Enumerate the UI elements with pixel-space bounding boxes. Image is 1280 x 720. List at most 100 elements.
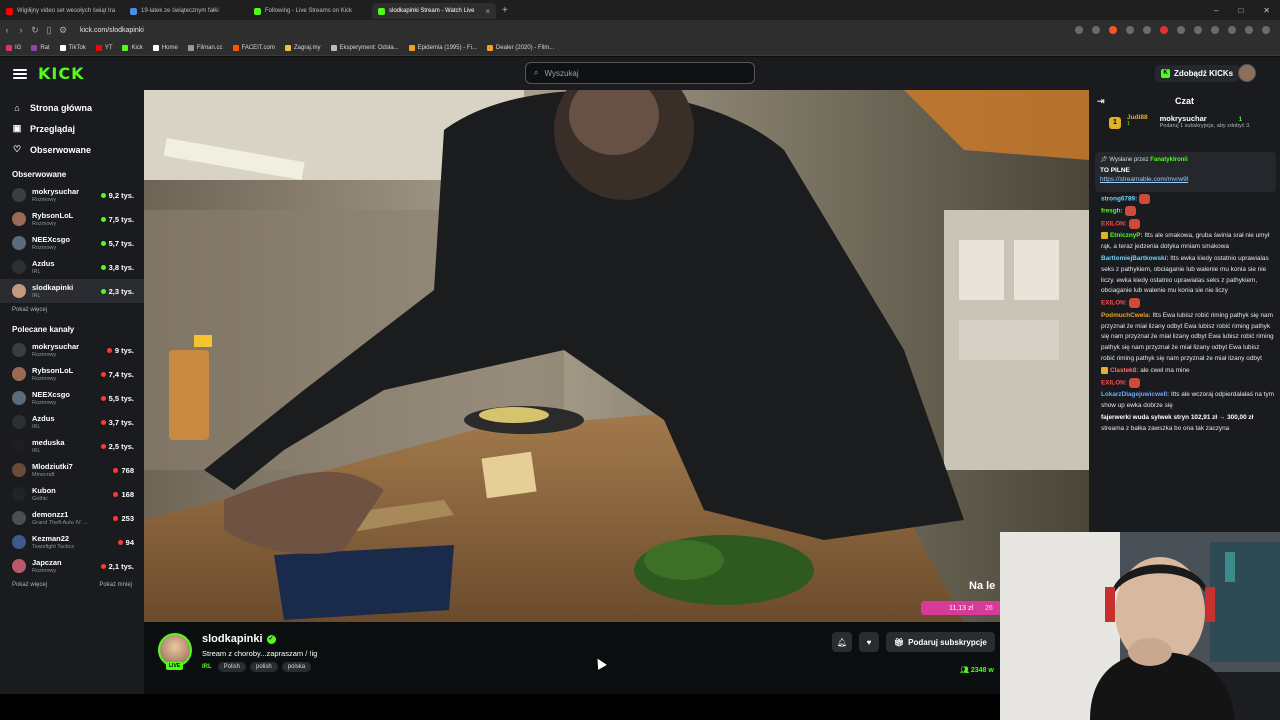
channel-name: Azdus [32,259,55,268]
show-more-recommended[interactable]: Pokaż więcej [12,582,47,588]
extension-icon[interactable] [1143,26,1151,34]
notification-bell-button[interactable]: 🔔︎ [832,632,852,652]
extension-icon[interactable] [1126,26,1134,34]
bookmark-page-icon[interactable]: ▯ [42,25,56,36]
kick-logo[interactable]: KICK [38,64,85,83]
browser-tab[interactable]: 19-latek ze świątecznym fałki [124,3,248,19]
bookmark-item[interactable]: TikTok [59,44,86,51]
extension-icon[interactable] [1177,26,1185,34]
sidebar-nav-2[interactable]: ♡ Obserwowane [0,139,144,160]
pinned-message[interactable]: 📌︎ Wysłane przez FanatykIronii TO PILNE … [1095,152,1276,192]
user-avatar[interactable] [1238,64,1256,82]
channel-item[interactable]: Azdus IRL 3,8 tys. [0,255,144,279]
channel-item[interactable]: slodkapinki IRL 2,3 tys. [0,279,144,303]
channel-item[interactable]: NEEXcsgo Rozmowy 5,7 tys. [0,231,144,255]
chat-text: streama z bałka zawszka bo ona tak zaczy… [1101,425,1230,433]
live-dot-icon [100,563,106,569]
bookmark-label: Eksperyment: Odsła... [339,44,399,51]
follow-button[interactable]: ♥ [859,632,879,652]
bookmark-item[interactable]: IG [6,44,21,51]
brave-shield-icon[interactable] [1109,26,1117,34]
browser-tab[interactable]: Following - Live Streams on Kick [248,3,372,19]
browser-tab[interactable]: Wigilijny video set wesołych świąt Ira [0,3,124,19]
zoom-icon[interactable] [1075,26,1083,34]
channel-viewers: 253 [113,514,134,523]
sidebar-nav-1[interactable]: ▣ Przeglądaj [0,118,144,139]
url-field[interactable]: kick.com/slodkapinki [80,27,144,34]
search-input[interactable]: ⌕ Wyszukaj [525,62,755,84]
show-less-recommended[interactable]: Pokaż mniej [99,582,132,588]
tag[interactable]: polish [250,662,278,672]
channel-item[interactable]: Kubon Gothic 168 [0,482,144,506]
bookmark-item[interactable]: YT [95,44,112,51]
chat-username[interactable]: Clastek8: [1110,367,1138,374]
download-icon[interactable] [1211,26,1219,34]
puzzle-icon[interactable] [1194,26,1202,34]
streamer-name[interactable]: slodkapinki [202,633,263,645]
channel-item[interactable]: mokrysuchar Rozmowy 9 tys. [0,338,144,362]
close-tab-icon[interactable]: × [485,7,490,16]
link-icon[interactable] [1228,26,1236,34]
channel-viewers: 768 [113,466,134,475]
bookmark-item[interactable]: Zagraj.my [284,44,321,51]
menu-icon[interactable] [1262,26,1270,34]
bookmark-item[interactable]: Rat [31,44,50,51]
chat-username[interactable]: fresgh: [1101,208,1123,215]
site-info-icon[interactable]: ⚙ [56,25,70,36]
playlist-icon[interactable] [1245,26,1253,34]
video-player[interactable] [144,90,1089,622]
chat-username[interactable]: EXILON: [1101,300,1127,307]
maximize-icon[interactable]: □ [1238,6,1243,15]
chat-username[interactable]: EXILON: [1101,379,1127,386]
pinned-link[interactable]: https://streamable.com/mvrw9l [1100,176,1271,183]
chat-username[interactable]: fajerwerki wuda sylwek stryn 102,91 zł →… [1101,414,1253,421]
bookmark-item[interactable]: Eksperyment: Odsła... [330,44,399,51]
gifter[interactable]: Judi88 1 [1127,114,1148,127]
chat-username[interactable]: strong6789: [1101,196,1137,203]
bookmark-item[interactable]: Kick [122,44,143,51]
bookmark-item[interactable]: Epidemia (1995) - Fi... [408,44,477,51]
chat-username[interactable]: BartlomiejBartkowski: [1101,255,1168,262]
sidebar-nav-0[interactable]: ⌂ Strona główna [0,98,144,118]
channel-viewers-value: 3,8 tys. [108,262,134,272]
chat-username[interactable]: EXILON: [1101,221,1127,228]
channel-item[interactable]: NEEXcsgo Rozmowy 5,5 tys. [0,386,144,410]
browser-tab[interactable]: slodkapinki Stream - Watch Live × [372,3,496,19]
tag[interactable]: Polish [217,662,247,672]
stream-category[interactable]: IRL [202,664,212,670]
channel-item[interactable]: Azdus IRL 3,7 tys. [0,410,144,434]
bookmark-item[interactable]: Home [152,44,178,51]
share-icon[interactable] [1092,26,1100,34]
hamburger-menu-icon[interactable] [13,68,27,79]
show-more-followed[interactable]: Pokaż więcej [0,303,144,317]
tag[interactable]: polska [281,662,312,672]
bookmark-item[interactable]: Dealer (2020) - Film... [486,44,554,51]
channel-item[interactable]: mokrysuchar Rozmowy 9,2 tys. [0,183,144,207]
channel-name: NEEXcsgo [32,235,70,244]
extension-icon[interactable] [1160,26,1168,34]
get-kicks-button[interactable]: K Zdobądź KICKs [1155,65,1240,82]
collapse-chat-icon[interactable]: ⇥ [1097,96,1105,107]
new-tab-button[interactable]: + [502,5,508,16]
bookmark-item[interactable]: Filman.cc [187,44,223,51]
reload-icon[interactable]: ↻ [28,25,42,36]
channel-item[interactable]: Kezman22 Teamfight Tactics 94 [0,530,144,554]
channel-item[interactable]: RybsonLoL Rozmowy 7,4 tys. [0,362,144,386]
chat-username[interactable]: EtnicznyP: [1110,232,1143,239]
channel-item[interactable]: Japczan Rozmowy 2,1 tys. [0,554,144,578]
chat-username[interactable]: PodmuchCwela: [1101,312,1151,319]
channel-item[interactable]: demonzz1 Grand Theft Auto IV: ... 253 [0,506,144,530]
channel-item[interactable]: RybsonLoL Rozmowy 7,5 tys. [0,207,144,231]
channel-item[interactable]: Mlodziutki7 Minecraft 768 [0,458,144,482]
gift-subscription-button[interactable]: 🎁︎ Podaruj subskrypcje [886,632,995,652]
channel-avatar [12,535,26,549]
channel-item[interactable]: meduska IRL 2,5 tys. [0,434,144,458]
gift-leader[interactable]: mokrysuchar 1 Podaruj 1 subskrypcje, aby… [1160,114,1251,130]
close-window-icon[interactable]: ✕ [1263,6,1270,15]
chat-username[interactable]: LokarzDlagejuwicwell: [1101,391,1169,398]
bookmark-item[interactable]: FACEIT.com [232,44,275,51]
channel-name: NEEXcsgo [32,390,70,399]
minimize-icon[interactable]: – [1214,6,1218,15]
back-icon[interactable]: ‹ [0,25,14,35]
forward-icon[interactable]: › [14,25,28,35]
